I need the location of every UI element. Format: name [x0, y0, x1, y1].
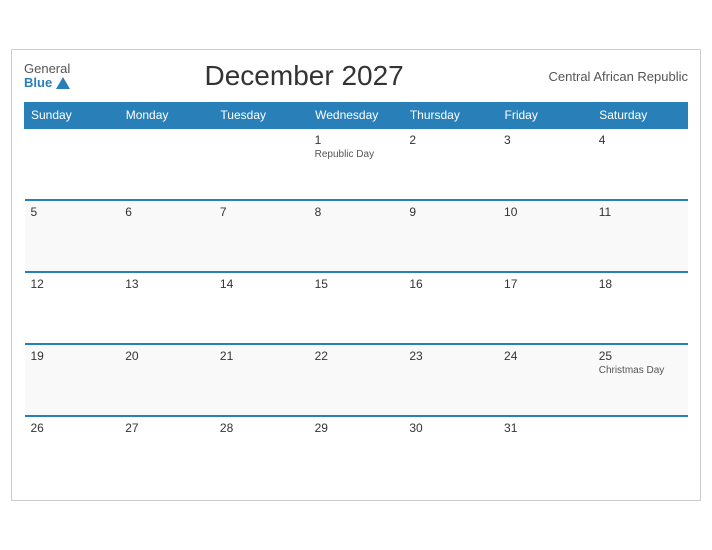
day-number: 15	[315, 277, 398, 291]
calendar-cell: 6	[119, 200, 214, 272]
calendar-week-row: 12 13 14 15 16 17 18	[25, 272, 688, 344]
calendar-cell: 17	[498, 272, 593, 344]
calendar-cell: 24	[498, 344, 593, 416]
calendar-cell: 7	[214, 200, 309, 272]
calendar-cell: 5	[25, 200, 120, 272]
day-number: 8	[315, 205, 398, 219]
day-number: 30	[409, 421, 492, 435]
calendar-cell: 9	[403, 200, 498, 272]
calendar-cell: 2	[403, 128, 498, 200]
header-saturday: Saturday	[593, 103, 688, 129]
calendar-country: Central African Republic	[538, 69, 688, 84]
calendar-cell: 23	[403, 344, 498, 416]
calendar-cell: 14	[214, 272, 309, 344]
calendar-cell: 20	[119, 344, 214, 416]
day-number: 7	[220, 205, 303, 219]
day-header-row: Sunday Monday Tuesday Wednesday Thursday…	[25, 103, 688, 129]
header-wednesday: Wednesday	[309, 103, 404, 129]
day-number: 20	[125, 349, 208, 363]
calendar-cell: 19	[25, 344, 120, 416]
calendar-container: General Blue December 2027 Central Afric…	[11, 49, 701, 501]
calendar-week-row: 1 Republic Day 234	[25, 128, 688, 200]
day-number: 21	[220, 349, 303, 363]
calendar-cell: 16	[403, 272, 498, 344]
header-monday: Monday	[119, 103, 214, 129]
calendar-table: Sunday Monday Tuesday Wednesday Thursday…	[24, 102, 688, 488]
calendar-cell: 12	[25, 272, 120, 344]
calendar-cell: 22	[309, 344, 404, 416]
day-number: 31	[504, 421, 587, 435]
day-number: 25	[599, 349, 682, 363]
calendar-cell: 10	[498, 200, 593, 272]
calendar-body: 1Republic Day234567891011121314151617181…	[25, 128, 688, 488]
day-number: 12	[31, 277, 114, 291]
day-number: 5	[31, 205, 114, 219]
day-number: 24	[504, 349, 587, 363]
calendar-cell: 30	[403, 416, 498, 488]
day-number: 17	[504, 277, 587, 291]
header-friday: Friday	[498, 103, 593, 129]
calendar-cell: 26	[25, 416, 120, 488]
day-number: 11	[599, 205, 682, 219]
calendar-thead: Sunday Monday Tuesday Wednesday Thursday…	[25, 103, 688, 129]
calendar-week-row: 56789 10 11	[25, 200, 688, 272]
logo-triangle-icon	[56, 77, 70, 89]
day-number: 19	[31, 349, 114, 363]
calendar-cell	[214, 128, 309, 200]
day-number: 3	[504, 133, 587, 147]
calendar-cell: 11	[593, 200, 688, 272]
day-number: 10	[504, 205, 587, 219]
day-number: 18	[599, 277, 682, 291]
calendar-cell: 31	[498, 416, 593, 488]
calendar-cell: 15	[309, 272, 404, 344]
day-number: 27	[125, 421, 208, 435]
calendar-week-row: 19 20 21 22 23 24 25 Christmas Day	[25, 344, 688, 416]
calendar-cell: 18	[593, 272, 688, 344]
day-number: 26	[31, 421, 114, 435]
calendar-header: General Blue December 2027 Central Afric…	[24, 60, 688, 92]
calendar-cell: 21	[214, 344, 309, 416]
calendar-cell: 25 Christmas Day	[593, 344, 688, 416]
calendar-cell	[593, 416, 688, 488]
calendar-cell	[25, 128, 120, 200]
day-number: 22	[315, 349, 398, 363]
day-number: 6	[125, 205, 208, 219]
day-number: 23	[409, 349, 492, 363]
header-sunday: Sunday	[25, 103, 120, 129]
day-number: 13	[125, 277, 208, 291]
calendar-cell: 3	[498, 128, 593, 200]
holiday-label: Christmas Day	[599, 365, 682, 376]
day-number: 9	[409, 205, 492, 219]
day-number: 1	[315, 133, 398, 147]
day-number: 16	[409, 277, 492, 291]
calendar-cell: 8	[309, 200, 404, 272]
calendar-week-row: 26 27 28 29 30 31	[25, 416, 688, 488]
day-number: 4	[599, 133, 682, 147]
calendar-title: December 2027	[70, 60, 538, 92]
logo: General Blue	[24, 62, 70, 91]
calendar-cell: 28	[214, 416, 309, 488]
calendar-cell	[119, 128, 214, 200]
day-number: 2	[409, 133, 492, 147]
logo-blue-text: Blue	[24, 76, 70, 90]
holiday-label: Republic Day	[315, 149, 398, 160]
calendar-cell: 4	[593, 128, 688, 200]
day-number: 29	[315, 421, 398, 435]
logo-general-text: General	[24, 62, 70, 76]
day-number: 28	[220, 421, 303, 435]
calendar-cell: 29	[309, 416, 404, 488]
calendar-cell: 27	[119, 416, 214, 488]
calendar-cell: 13	[119, 272, 214, 344]
header-tuesday: Tuesday	[214, 103, 309, 129]
header-thursday: Thursday	[403, 103, 498, 129]
day-number: 14	[220, 277, 303, 291]
calendar-cell: 1 Republic Day	[309, 128, 404, 200]
